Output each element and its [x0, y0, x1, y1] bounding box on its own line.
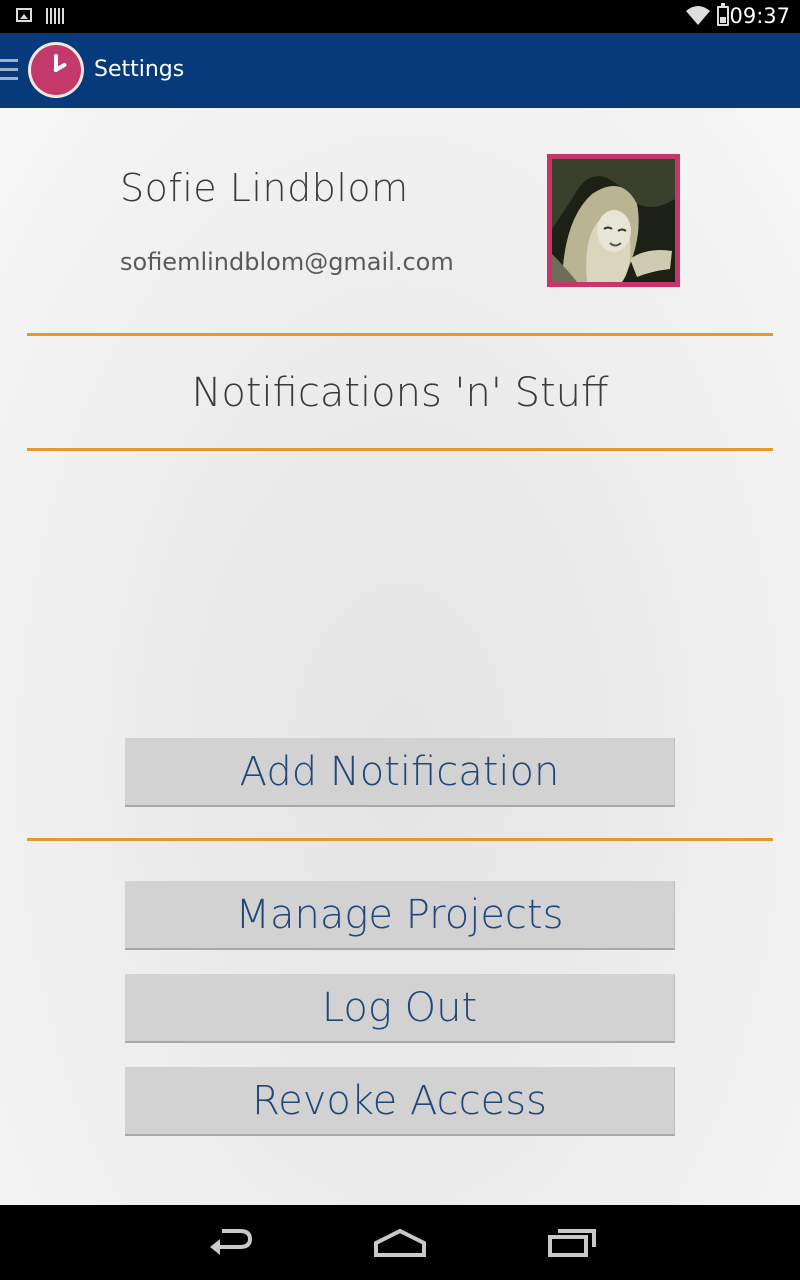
back-icon[interactable] — [200, 1223, 260, 1263]
avatar[interactable] — [547, 154, 680, 287]
clock-app-icon[interactable] — [28, 42, 84, 98]
home-icon[interactable] — [370, 1223, 430, 1263]
settings-content: Sofie Lindblom sofiemlindblom@gmail.com … — [0, 108, 800, 1205]
navigation-bar — [0, 1205, 800, 1280]
recent-apps-icon[interactable] — [542, 1223, 602, 1263]
notifications-section-title: Notifications 'n' Stuff — [191, 370, 609, 416]
user-email: sofiemlindblom@gmail.com — [120, 248, 454, 276]
add-notification-button[interactable]: Add Notification — [125, 738, 675, 807]
revoke-access-button[interactable]: Revoke Access — [125, 1067, 675, 1136]
divider-profile — [27, 333, 773, 336]
divider-notifications-top — [27, 448, 773, 451]
log-out-button[interactable]: Log Out — [125, 974, 675, 1043]
user-photo-icon — [552, 159, 675, 282]
status-time: 09:37 — [729, 4, 790, 28]
drawer-menu-icon[interactable] — [0, 59, 18, 81]
settings-screen: 09:37 Settings Sofie Lindblom sofiemlind… — [0, 0, 800, 1280]
status-bar: 09:37 — [0, 0, 800, 33]
wifi-icon — [686, 6, 710, 25]
manage-projects-button[interactable]: Manage Projects — [125, 881, 675, 950]
battery-icon — [717, 3, 729, 26]
user-name: Sofie Lindblom — [120, 166, 409, 210]
page-title: Settings — [94, 57, 185, 82]
divider-actions — [27, 838, 773, 841]
barcode-notification-icon — [46, 8, 64, 24]
image-notification-icon — [16, 8, 32, 22]
action-bar: Settings — [0, 33, 800, 108]
